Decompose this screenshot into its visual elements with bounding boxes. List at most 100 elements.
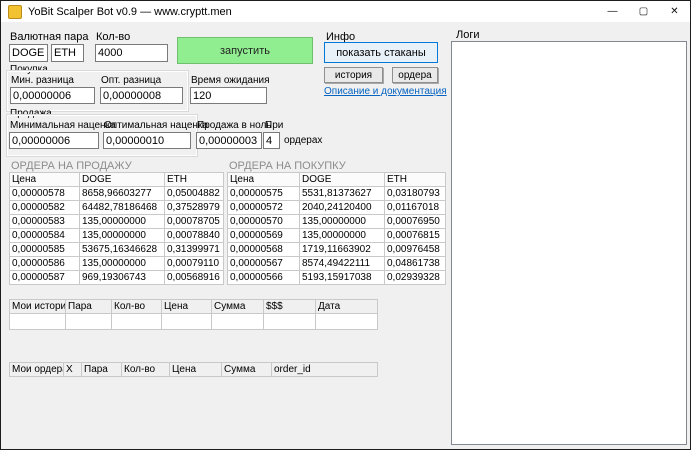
column-header: Кол-во xyxy=(112,300,162,314)
table-row[interactable]: 0,00000569135,000000000,00076815 xyxy=(228,229,446,243)
amount-input[interactable] xyxy=(95,44,168,62)
minimize-icon[interactable]: — xyxy=(597,1,628,22)
wait-time-label: Время ожидания xyxy=(191,75,270,86)
app-window: YoBit Scalper Bot v0.9 — www.cryptt.men … xyxy=(0,0,691,450)
table-cell xyxy=(10,314,66,330)
table-row[interactable]: 0,00000587969,193067430,00568916 xyxy=(10,271,224,285)
table-cell: 0,00076950 xyxy=(385,215,446,229)
table-row[interactable]: 0,000005788658,966032770,05004882 xyxy=(10,187,224,201)
column-header: $$$ xyxy=(264,300,316,314)
pair-label: Валютная пара xyxy=(10,31,88,43)
column-header: DOGE xyxy=(300,173,385,187)
column-header: DOGE xyxy=(80,173,165,187)
table-cell: 0,00000586 xyxy=(10,257,80,271)
at-label: При xyxy=(265,120,283,131)
column-header: Цена xyxy=(170,363,222,377)
table-cell xyxy=(264,314,316,330)
window-title: YoBit Scalper Bot v0.9 — www.cryptt.men xyxy=(28,6,232,18)
table-cell: 0,31399971 xyxy=(165,243,224,257)
table-cell: 0,04861738 xyxy=(385,257,446,271)
zero-sell-label: Продажа в ноль xyxy=(197,120,272,131)
table-cell: 0,00000568 xyxy=(228,243,300,257)
zero-sell-input[interactable] xyxy=(196,132,262,149)
table-cell xyxy=(66,314,112,330)
table-cell: 0,00000587 xyxy=(10,271,80,285)
titlebar: YoBit Scalper Bot v0.9 — www.cryptt.men … xyxy=(1,1,690,22)
logs-panel[interactable] xyxy=(451,41,687,445)
table-row[interactable]: 0,00000570135,000000000,00076950 xyxy=(228,215,446,229)
table-cell: 0,00000566 xyxy=(228,271,300,285)
table-cell: 0,01167018 xyxy=(385,201,446,215)
show-orderbooks-button[interactable]: показать стаканы xyxy=(324,42,438,63)
column-header: Пара xyxy=(82,363,122,377)
table-cell: 0,00000575 xyxy=(228,187,300,201)
start-button[interactable]: запустить xyxy=(177,37,313,64)
table-cell: 53675,16346628 xyxy=(80,243,165,257)
pair-quote-input[interactable] xyxy=(51,44,84,62)
min-markup-input[interactable] xyxy=(9,132,99,149)
table-cell: 0,00078840 xyxy=(165,229,224,243)
table-row[interactable]: 0,0000058553675,163466280,31399971 xyxy=(10,243,224,257)
opt-diff-label: Опт. разница xyxy=(101,75,161,86)
buy-orders-table: ЦенаDOGEETH 0,000005755531,813736270,031… xyxy=(227,172,446,285)
table-cell: 0,00976458 xyxy=(385,243,446,257)
maximize-icon[interactable]: ▢ xyxy=(628,1,659,22)
table-row[interactable]: 0,000005681719,116639020,00976458 xyxy=(228,243,446,257)
table-cell: 0,02939328 xyxy=(385,271,446,285)
column-header: Мои ордера xyxy=(10,363,64,377)
logs-title: Логи xyxy=(456,29,480,41)
table-cell: 0,00000572 xyxy=(228,201,300,215)
docs-link[interactable]: Описание и документация xyxy=(324,86,447,97)
column-header: Мои история xyxy=(10,300,66,314)
at-orders-input[interactable] xyxy=(263,132,280,149)
history-button[interactable]: история xyxy=(324,67,383,83)
table-row[interactable]: 0,000005722040,241204000,01167018 xyxy=(228,201,446,215)
table-row[interactable]: 0,00000584135,000000000,00078840 xyxy=(10,229,224,243)
table-row[interactable]: 0,00000583135,000000000,00078705 xyxy=(10,215,224,229)
orders-button[interactable]: ордера xyxy=(392,67,438,83)
table-cell: 1719,11663902 xyxy=(300,243,385,257)
table-cell: 969,19306743 xyxy=(80,271,165,285)
table-cell: 0,00079110 xyxy=(165,257,224,271)
column-header: Сумма xyxy=(212,300,264,314)
app-icon xyxy=(8,5,22,19)
my-orders-table: Мои ордераXПараКол-воЦенаСуммаorder_id xyxy=(9,362,378,377)
column-header: Дата xyxy=(316,300,378,314)
table-cell: 2040,24120400 xyxy=(300,201,385,215)
table-cell: 8658,96603277 xyxy=(80,187,165,201)
column-header: Цена xyxy=(228,173,300,187)
opt-markup-input[interactable] xyxy=(103,132,191,149)
table-cell: 0,00000584 xyxy=(10,229,80,243)
column-header: order_id xyxy=(272,363,378,377)
header-row: Мои историяПараКол-воЦенаСумма$$$Дата xyxy=(10,300,378,314)
min-diff-input[interactable] xyxy=(10,87,95,104)
header-row: ЦенаDOGEETH xyxy=(10,173,224,187)
column-header: Пара xyxy=(66,300,112,314)
table-cell: 0,00000569 xyxy=(228,229,300,243)
table-cell: 0,00000578 xyxy=(10,187,80,201)
table-cell: 0,00078705 xyxy=(165,215,224,229)
wait-time-input[interactable] xyxy=(190,87,267,104)
close-icon[interactable]: ✕ xyxy=(659,1,690,22)
column-header: Цена xyxy=(10,173,80,187)
table-row[interactable]: 0,000005755531,813736270,03180793 xyxy=(228,187,446,201)
table-cell xyxy=(316,314,378,330)
table-cell: 135,00000000 xyxy=(300,215,385,229)
table-row[interactable]: 0,00000586135,000000000,00079110 xyxy=(10,257,224,271)
column-header: Цена xyxy=(162,300,212,314)
table-cell: 0,00000570 xyxy=(228,215,300,229)
min-markup-label: Минимальная наценка xyxy=(10,120,116,131)
table-cell: 0,03180793 xyxy=(385,187,446,201)
pair-base-input[interactable] xyxy=(9,44,48,62)
table-cell: 0,37528979 xyxy=(165,201,224,215)
table-cell: 5531,81373627 xyxy=(300,187,385,201)
table-cell: 135,00000000 xyxy=(80,215,165,229)
header-row: ЦенаDOGEETH xyxy=(228,173,446,187)
table-cell: 0,05004882 xyxy=(165,187,224,201)
table-row[interactable]: 0,000005678574,494221110,04861738 xyxy=(228,257,446,271)
opt-diff-input[interactable] xyxy=(100,87,183,104)
table-row[interactable] xyxy=(10,314,378,330)
table-row[interactable]: 0,0000058264482,781864680,37528979 xyxy=(10,201,224,215)
table-row[interactable]: 0,000005665193,159170380,02939328 xyxy=(228,271,446,285)
table-cell: 0,00568916 xyxy=(165,271,224,285)
